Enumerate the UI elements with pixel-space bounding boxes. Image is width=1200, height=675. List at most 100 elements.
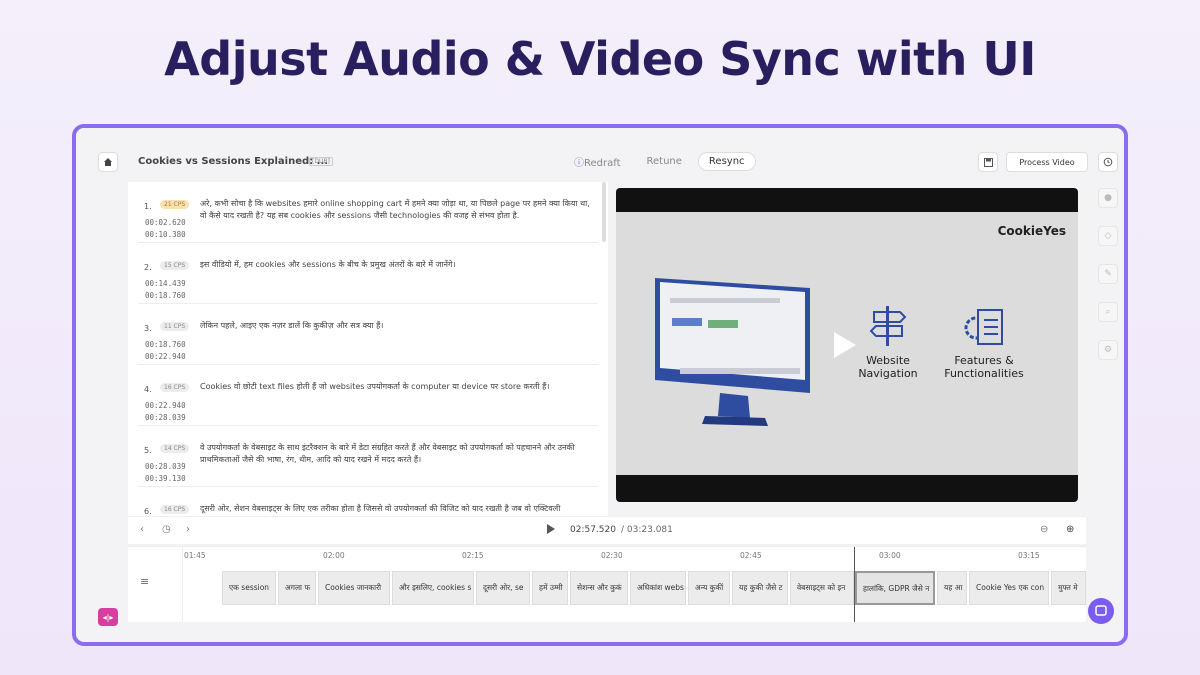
segment-end-time: 00:28.039 xyxy=(145,413,186,422)
segment-text[interactable]: Cookies वो छोटी text files होती हैं जो w… xyxy=(200,381,590,393)
home-button[interactable] xyxy=(98,152,118,172)
segment-end-time: 00:22.940 xyxy=(145,352,186,361)
transcript-segment[interactable]: 6. 16 CPS दूसरी ओर, सेशन वेबसाइट्स के लि… xyxy=(138,487,598,516)
history-button[interactable] xyxy=(1098,152,1118,172)
save-button[interactable] xyxy=(978,152,998,172)
segment-start-time: 00:28.039 xyxy=(145,462,186,471)
segment-end-time: 00:10.380 xyxy=(145,230,186,239)
segment-text[interactable]: दूसरी ओर, सेशन वेबसाइट्स के लिए एक तरीका… xyxy=(200,503,590,515)
transcript-scrollbar[interactable] xyxy=(602,182,606,242)
timeline-clip-selected[interactable]: हालांकि, GDPR जैसे न xyxy=(855,571,935,605)
timeline-clip[interactable]: Cookie Yes एक con xyxy=(969,571,1049,605)
current-time: 02:57.520 xyxy=(570,525,616,535)
transcript-segment[interactable]: 2. 15 CPS इस वीडियो में, हम cookies और s… xyxy=(138,243,598,304)
tab-retune[interactable]: Retune xyxy=(637,153,692,170)
timeline-clip[interactable]: वेबसाइट्स को इन xyxy=(790,571,854,605)
home-icon xyxy=(104,158,112,166)
features-gear-icon xyxy=(964,309,1003,345)
top-bar: Cookies vs Sessions Explained: ... [DUB]… xyxy=(76,128,1124,174)
segment-number: 5. xyxy=(144,446,152,455)
save-icon xyxy=(983,157,993,167)
transcript-segment[interactable]: 1. 21 CPS अरे, कभी सोचा है कि websites ह… xyxy=(138,182,598,243)
clock-icon[interactable]: ◷ xyxy=(162,524,171,535)
transcript-segment[interactable]: 5. 14 CPS वे उपयोगकर्ता के वेबसाइट के सा… xyxy=(138,426,598,487)
right-toolbar: ● ◇ ✎ ⌕ ⚙ xyxy=(1098,188,1120,378)
subtitle-list-icon[interactable]: ≡ xyxy=(140,575,149,588)
video-caption-navigation: Website Navigation xyxy=(858,354,918,380)
segment-number: 3. xyxy=(144,324,152,333)
video-logo: CookieYes xyxy=(997,224,1066,238)
rail-settings-icon[interactable]: ⚙ xyxy=(1098,340,1118,360)
segment-number: 6. xyxy=(144,507,152,516)
segment-end-time: 00:39.130 xyxy=(145,474,186,483)
video-caption-features: Features & Functionalities xyxy=(944,354,1024,380)
tab-redraft[interactable]: ⓘRedraft xyxy=(564,151,631,172)
chat-support-button[interactable] xyxy=(1088,598,1114,624)
timeline-tick: 02:00 xyxy=(323,551,345,560)
segment-start-time: 00:02.620 xyxy=(145,218,186,227)
play-icon xyxy=(547,524,555,534)
segment-start-time: 00:18.760 xyxy=(145,340,186,349)
segment-number: 2. xyxy=(144,263,152,272)
timeline-tick: 03:00 xyxy=(879,551,901,560)
process-video-button[interactable]: Process Video xyxy=(1006,152,1088,172)
segment-number: 4. xyxy=(144,385,152,394)
prev-icon[interactable]: ‹ xyxy=(140,524,144,535)
cps-badge: 15 CPS xyxy=(160,261,190,270)
transcript-panel: 1. 21 CPS अरे, कभी सोचा है कि websites ह… xyxy=(128,182,608,516)
segment-text[interactable]: इस वीडियो में, हम cookies और sessions के… xyxy=(200,259,590,271)
timeline-tick: 02:30 xyxy=(601,551,623,560)
timeline-clip[interactable]: सेशन्स और कुकं xyxy=(570,571,628,605)
info-icon: ⓘ xyxy=(574,157,584,169)
zoom-out-icon[interactable]: ⊖ xyxy=(1040,524,1048,535)
timeline-tick: 02:15 xyxy=(462,551,484,560)
app-window: Cookies vs Sessions Explained: ... [DUB]… xyxy=(72,124,1128,646)
segment-text[interactable]: अरे, कभी सोचा है कि websites हमारे onlin… xyxy=(200,198,590,222)
dub-badge: [DUB] xyxy=(309,157,333,166)
sync-toggle-button[interactable]: ◂|▸ xyxy=(98,608,118,626)
transcript-segment[interactable]: 3. 11 CPS लेकिन पहले, आइए एक नज़र डालें … xyxy=(138,304,598,365)
timeline-tick: 03:15 xyxy=(1018,551,1040,560)
timeline-clip[interactable]: दूसरी ओर, se xyxy=(476,571,530,605)
sync-icon: ◂|▸ xyxy=(102,612,114,622)
rail-shield-icon[interactable]: ◇ xyxy=(1098,226,1118,246)
cps-badge: 16 CPS xyxy=(160,505,190,514)
timeline-track[interactable]: ≡ 01:45 02:00 02:15 02:30 02:45 03:00 03… xyxy=(128,546,1086,622)
video-player[interactable]: CookieYes Website Navigation Features & … xyxy=(616,188,1078,502)
timeline-clip[interactable]: Cookies जानकारी xyxy=(318,571,390,605)
timeline-clip[interactable]: यह आ xyxy=(937,571,967,605)
page-headline: Adjust Audio & Video Sync with UI xyxy=(164,32,1036,86)
timeline-clip[interactable]: एक session xyxy=(222,571,276,605)
rail-record-icon[interactable]: ● xyxy=(1098,188,1118,208)
tab-resync[interactable]: Resync xyxy=(697,151,756,171)
zoom-in-icon[interactable]: ⊕ xyxy=(1066,524,1074,535)
play-button[interactable] xyxy=(546,523,556,538)
timeline-tick: 01:45 xyxy=(184,551,206,560)
timeline-clip[interactable]: हमें उम्मी xyxy=(532,571,568,605)
rail-search-icon[interactable]: ⌕ xyxy=(1098,302,1118,322)
timeline-clip[interactable]: अधिकांश webs xyxy=(630,571,686,605)
segment-text[interactable]: वे उपयोगकर्ता के वेबसाइट के साथ इंटरैक्श… xyxy=(200,442,590,466)
timeline-clip[interactable]: अगला फ xyxy=(278,571,316,605)
cps-badge: 16 CPS xyxy=(160,383,190,392)
timeline-clip[interactable]: और इसलिए, cookies s xyxy=(392,571,474,605)
playhead[interactable] xyxy=(854,547,855,622)
cps-badge: 11 CPS xyxy=(160,322,190,331)
transcript-segment[interactable]: 4. 16 CPS Cookies वो छोटी text files होत… xyxy=(138,365,598,426)
navigation-signpost-icon xyxy=(869,306,907,346)
segment-start-time: 00:22.940 xyxy=(145,401,186,410)
total-time: / 03:23.081 xyxy=(621,525,673,535)
timeline-clip[interactable]: अन्य कुकीं xyxy=(688,571,730,605)
timeline-gridline xyxy=(182,547,183,622)
cps-badge: 14 CPS xyxy=(160,444,190,453)
segment-start-time: 00:14.439 xyxy=(145,279,186,288)
video-frame: CookieYes Website Navigation Features & … xyxy=(616,212,1078,475)
timeline-clip[interactable]: मुफ्त मे xyxy=(1051,571,1086,605)
next-icon[interactable]: › xyxy=(186,524,190,535)
segment-text[interactable]: लेकिन पहले, आइए एक नज़र डालें कि कुकीज़ … xyxy=(200,320,590,332)
timeline-clip[interactable]: यह कुकी जैसे ट xyxy=(732,571,788,605)
history-icon xyxy=(1103,157,1113,167)
project-title: Cookies vs Sessions Explained: ... xyxy=(138,156,329,167)
rail-tool-icon[interactable]: ✎ xyxy=(1098,264,1118,284)
monitor-illustration xyxy=(655,278,810,426)
